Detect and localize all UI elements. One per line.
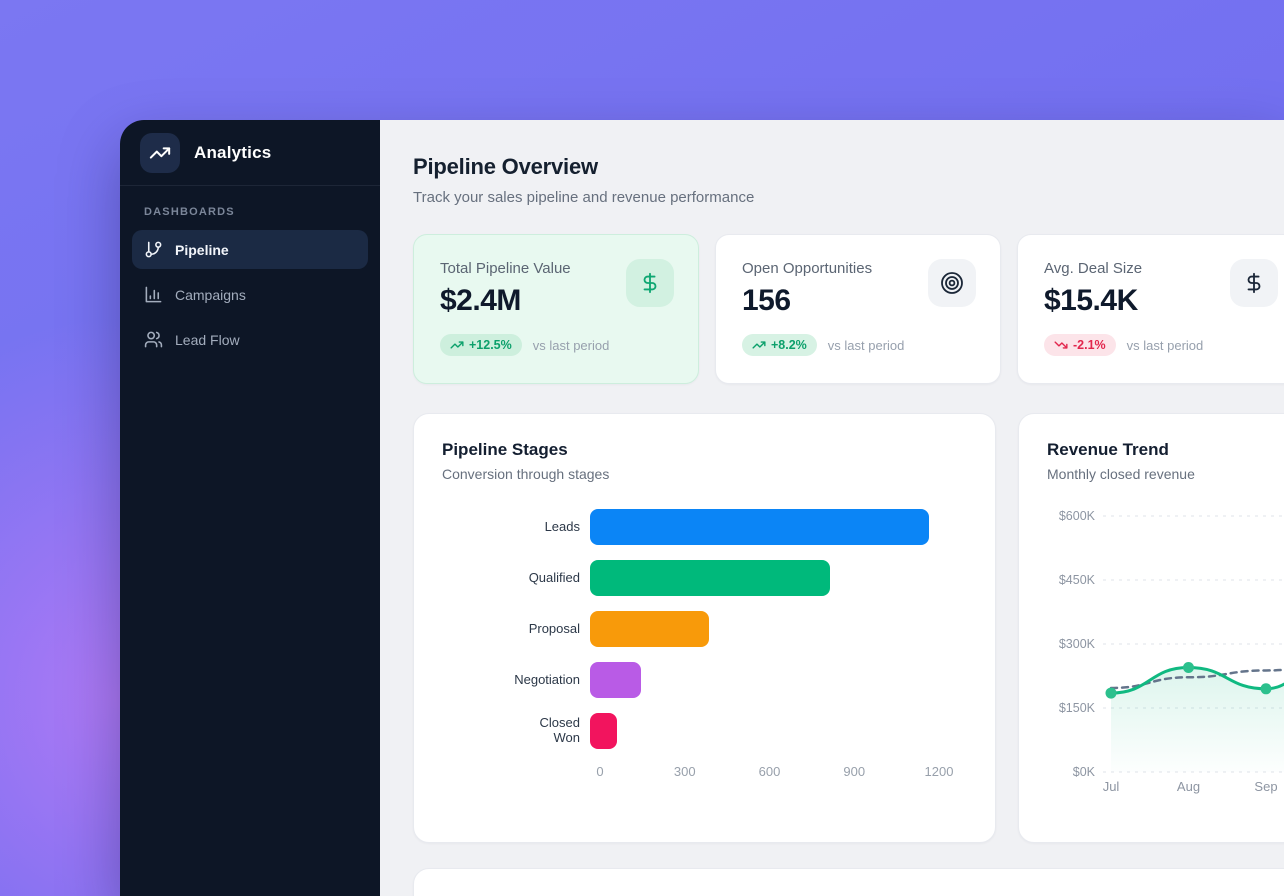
x-axis-tick: Sep <box>1254 779 1277 794</box>
bar-chart-icon <box>144 285 163 304</box>
revenue-point-sep <box>1261 683 1272 694</box>
pipeline-stages-title: Pipeline Stages <box>442 440 967 460</box>
x-axis-tick: 0 <box>596 764 603 779</box>
stats-row: Total Pipeline Value$2.4M+12.5%vs last p… <box>413 234 1284 384</box>
bar-category-label: Negotiation <box>442 673 590 688</box>
bar-row-proposal: Proposal <box>442 611 967 647</box>
sidebar-item-label: Lead Flow <box>175 332 240 348</box>
target-icon <box>928 259 976 307</box>
sidebar: Analytics DASHBOARDS Pipeline Campaigns Le… <box>120 120 380 896</box>
change-value: -2.1% <box>1073 338 1106 352</box>
bar-proposal[interactable] <box>590 611 709 647</box>
revenue-trend-plot: $0K$150K$300K$450K$600KJulAugSep <box>1047 500 1273 805</box>
sidebar-item-campaigns[interactable]: Campaigns <box>132 275 368 314</box>
y-axis-tick: $600K <box>1059 509 1096 523</box>
revenue-trend-card: Revenue Trend Monthly closed revenue $0K… <box>1018 413 1284 843</box>
stat-note: vs last period <box>1127 338 1204 353</box>
bar-leads[interactable] <box>590 509 929 545</box>
page-subtitle: Track your sales pipeline and revenue pe… <box>413 189 1284 206</box>
dollar-icon <box>1230 259 1278 307</box>
pipeline-stages-subtitle: Conversion through stages <box>442 466 967 482</box>
x-axis-tick: 1200 <box>925 764 954 779</box>
charts-row: Pipeline Stages Conversion through stage… <box>413 413 1284 843</box>
brand-name: Analytics <box>194 143 271 163</box>
change-badge: +12.5% <box>440 334 522 356</box>
x-axis-tick: 600 <box>759 764 781 779</box>
sidebar-item-label: Pipeline <box>175 242 229 258</box>
bar-category-label: Closed Won <box>442 716 590 746</box>
bar-category-label: Leads <box>442 520 590 535</box>
y-axis-tick: $150K <box>1059 701 1096 715</box>
pipeline-stages-card: Pipeline Stages Conversion through stage… <box>413 413 996 843</box>
x-axis-tick: 300 <box>674 764 696 779</box>
brand: Analytics <box>120 120 380 185</box>
trending-up-logo-icon <box>140 133 180 173</box>
bar-closed-won[interactable] <box>590 713 617 749</box>
bar-category-label: Proposal <box>442 622 590 637</box>
main-area: Pipeline Overview Track your sales pipel… <box>380 120 1284 896</box>
sidebar-item-label: Campaigns <box>175 287 246 303</box>
bar-row-leads: Leads <box>442 509 967 545</box>
stat-card-open-opportunities[interactable]: Open Opportunities156+8.2%vs last period <box>715 234 1001 384</box>
nav-section-label: DASHBOARDS <box>120 186 380 230</box>
revenue-area <box>1111 638 1284 772</box>
trending-up-icon <box>450 338 464 352</box>
revenue-point-aug <box>1183 662 1194 673</box>
y-axis-tick: $300K <box>1059 637 1096 651</box>
stat-card-avg-deal-size[interactable]: Avg. Deal Size$15.4K-2.1%vs last period <box>1017 234 1284 384</box>
revenue-trend-subtitle: Monthly closed revenue <box>1047 466 1273 482</box>
y-axis-tick: $0K <box>1073 765 1096 779</box>
sidebar-nav: Pipeline Campaigns Lead Flow <box>120 230 380 365</box>
change-badge: -2.1% <box>1044 334 1116 356</box>
y-axis-tick: $450K <box>1059 573 1096 587</box>
bottom-card-partial <box>413 868 1284 896</box>
users-icon <box>144 330 163 349</box>
pipeline-stages-bars: Leads Qualified Proposal Negotiation Closed … <box>442 509 967 749</box>
dollar-icon <box>626 259 674 307</box>
x-axis-tick: Aug <box>1177 779 1200 794</box>
bar-row-closed-won: Closed Won <box>442 713 967 749</box>
sidebar-item-lead-flow[interactable]: Lead Flow <box>132 320 368 359</box>
x-axis-tick: 900 <box>843 764 865 779</box>
bar-negotiation[interactable] <box>590 662 641 698</box>
stat-card-total-pipeline-value[interactable]: Total Pipeline Value$2.4M+12.5%vs last p… <box>413 234 699 384</box>
pipeline-stages-x-axis: 03006009001200 <box>600 764 967 782</box>
revenue-trend-svg: $0K $150K $300K $450K $600K Jul Aug Sep <box>1047 500 1284 800</box>
change-badge: +8.2% <box>742 334 817 356</box>
trending-down-icon <box>1054 338 1068 352</box>
sidebar-item-pipeline[interactable]: Pipeline <box>132 230 368 269</box>
bar-row-qualified: Qualified <box>442 560 967 596</box>
bar-qualified[interactable] <box>590 560 830 596</box>
stat-note: vs last period <box>828 338 905 353</box>
change-value: +8.2% <box>771 338 807 352</box>
revenue-trend-title: Revenue Trend <box>1047 440 1273 460</box>
stat-note: vs last period <box>533 338 610 353</box>
bar-row-negotiation: Negotiation <box>442 662 967 698</box>
trending-up-icon <box>752 338 766 352</box>
x-axis-tick: Jul <box>1103 779 1120 794</box>
change-value: +12.5% <box>469 338 512 352</box>
bar-category-label: Qualified <box>442 571 590 586</box>
page-title: Pipeline Overview <box>413 154 1284 180</box>
revenue-point-jul <box>1106 688 1117 699</box>
git-branch-icon <box>144 240 163 259</box>
app-window: Analytics DASHBOARDS Pipeline Campaigns Le… <box>120 120 1284 896</box>
